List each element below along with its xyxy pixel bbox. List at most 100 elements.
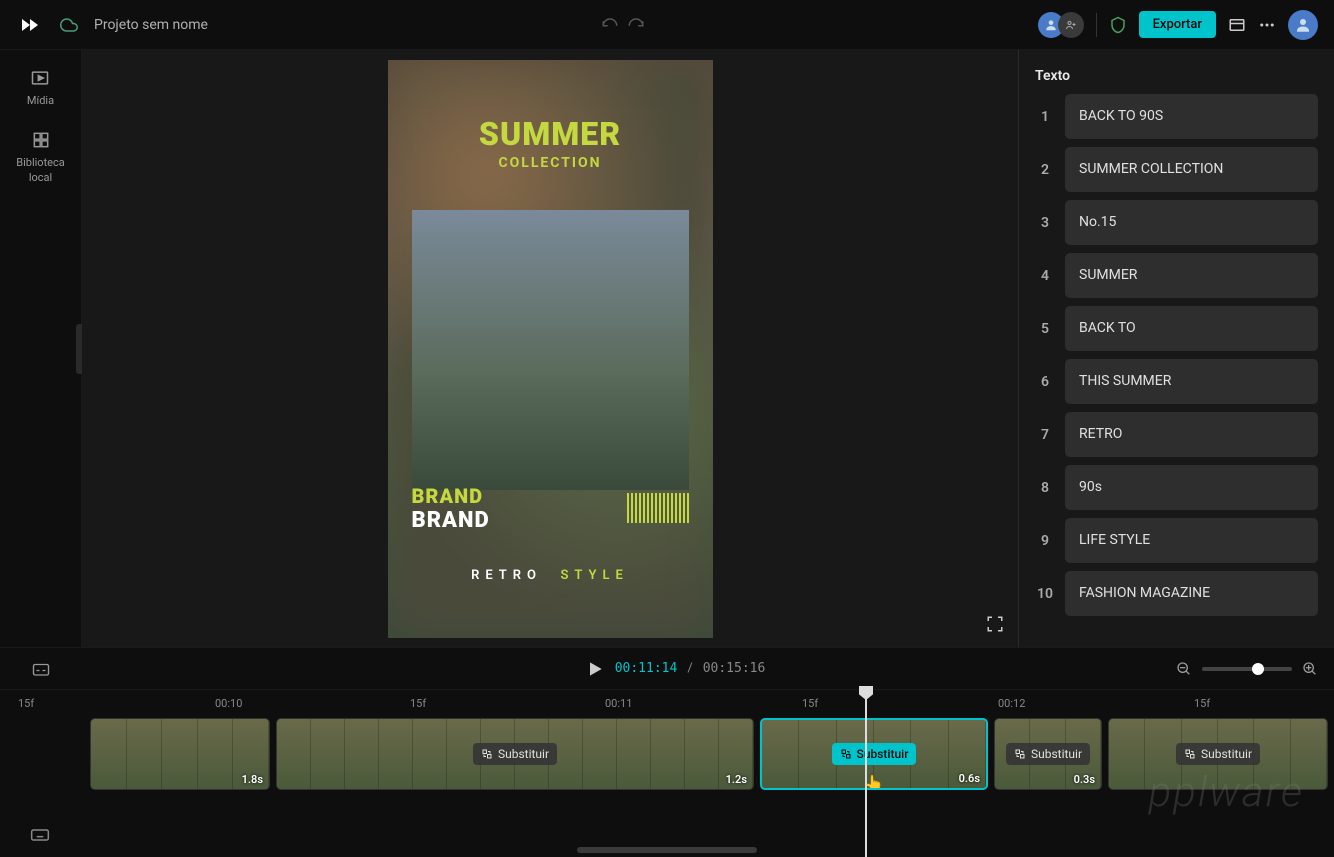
text-item[interactable]: 90s <box>1065 465 1318 510</box>
content-area: SUMMER COLLECTION BRAND BRAND RETRO STYL… <box>82 50 1018 647</box>
ruler-mark: 15f <box>410 697 426 710</box>
cursor-pointer-icon: 👆 <box>864 774 884 790</box>
ruler-mark: 15f <box>1194 697 1210 710</box>
playhead[interactable] <box>865 690 867 857</box>
zoom-slider[interactable] <box>1202 667 1292 671</box>
app-logo[interactable] <box>16 11 44 39</box>
ruler-mark: 00:11 <box>605 697 632 710</box>
ruler-mark: 15f <box>18 697 34 710</box>
substitute-button[interactable]: Substituir <box>473 743 557 765</box>
video-frame: SUMMER COLLECTION BRAND BRAND RETRO STYL… <box>388 60 713 638</box>
substitute-button[interactable]: Substituir <box>1006 743 1090 765</box>
undo-redo-group <box>601 16 645 34</box>
zoom-thumb[interactable] <box>1252 663 1264 675</box>
video-preview[interactable]: SUMMER COLLECTION BRAND BRAND RETRO STYL… <box>82 50 1018 647</box>
play-icon[interactable] <box>585 659 605 679</box>
text-row-number: 10 <box>1035 586 1055 602</box>
text-item[interactable]: LIFE STYLE <box>1065 518 1318 563</box>
clip-duration: 0.6s <box>959 772 980 785</box>
ruler-mark: 15f <box>802 697 818 710</box>
sidebar-item-media[interactable]: Mídia <box>27 68 54 108</box>
project-name[interactable]: Projeto sem nome <box>94 17 208 33</box>
text-row-number: 8 <box>1035 480 1055 496</box>
redo-icon[interactable] <box>627 16 645 34</box>
layout-icon[interactable] <box>1228 16 1246 34</box>
export-button[interactable]: Exportar <box>1139 11 1216 38</box>
text-item[interactable]: SUMMER <box>1065 253 1318 298</box>
text-item[interactable]: BACK TO <box>1065 306 1318 351</box>
substitute-button[interactable]: Substituir <box>832 743 917 765</box>
timeline-clip[interactable]: Substituir 0.3s <box>994 718 1102 790</box>
text-row: 6 THIS SUMMER <box>1035 359 1318 404</box>
shield-icon[interactable] <box>1109 16 1127 34</box>
header-right: Exportar <box>1038 10 1318 40</box>
text-item[interactable]: FASHION MAGAZINE <box>1065 571 1318 616</box>
time-current: 00:11:14 <box>615 661 678 676</box>
sidebar-item-local-library[interactable]: Biblioteca local <box>6 130 76 185</box>
text-row-number: 7 <box>1035 427 1055 443</box>
horizontal-scrollbar[interactable] <box>577 847 757 853</box>
clip-duration: 1.8s <box>242 773 263 786</box>
fullscreen-icon[interactable] <box>986 615 1004 633</box>
timeline-track[interactable]: 1.8sSubstituir1.2sSubstituir👆0.6sSubstit… <box>90 718 1334 790</box>
text-row-number: 9 <box>1035 533 1055 549</box>
time-separator: / <box>687 661 692 676</box>
add-collaborator-icon <box>1058 12 1084 38</box>
text-item[interactable]: RETRO <box>1065 412 1318 457</box>
text-row: 4 SUMMER <box>1035 253 1318 298</box>
undo-icon[interactable] <box>601 16 619 34</box>
timeline-clip[interactable]: Substituir <box>1108 718 1328 790</box>
text-row-number: 1 <box>1035 109 1055 125</box>
text-row: 5 BACK TO <box>1035 306 1318 351</box>
clip-duration: 0.3s <box>1074 773 1095 786</box>
right-panel-text: Texto 1 BACK TO 90S 2SUMMER COLLECTION 3 No.… <box>1018 50 1334 647</box>
brand-text-1: BRAND <box>412 484 484 508</box>
brand-text-2: BRAND <box>412 508 490 533</box>
app-header: Projeto sem nome Exportar <box>0 0 1334 50</box>
text-row: 9 LIFE STYLE <box>1035 518 1318 563</box>
timeline-clip[interactable]: Substituir 1.2s <box>276 718 754 790</box>
vertical-divider <box>1096 13 1097 37</box>
text-item[interactable]: SUMMER COLLECTION <box>1065 147 1318 192</box>
text-row: 1 BACK TO 90S <box>1035 94 1318 139</box>
main: Mídia Biblioteca local SUMMER COLLECTION… <box>0 50 1334 647</box>
ruler-mark: 00:10 <box>215 697 242 710</box>
time-total: 00:15:16 <box>703 661 766 676</box>
sidebar-item-label: Biblioteca local <box>6 156 76 185</box>
timeline: 00:11:14 / 00:15:16 15f 00:10 15f 00:11 15f 0… <box>0 647 1334 857</box>
text-row: 8 90s <box>1035 465 1318 510</box>
text-row: 7 RETRO <box>1035 412 1318 457</box>
more-icon[interactable] <box>1258 16 1276 34</box>
timeline-controls: 00:11:14 / 00:15:16 <box>0 648 1334 690</box>
user-avatar[interactable] <box>1288 10 1318 40</box>
zoom-out-icon[interactable] <box>1176 661 1192 677</box>
overlay-subtitle: COLLECTION <box>388 155 713 171</box>
text-item[interactable]: THIS SUMMER <box>1065 359 1318 404</box>
text-row: 2SUMMER COLLECTION <box>1035 147 1318 192</box>
text-row-number: 5 <box>1035 321 1055 337</box>
text-row-number: 6 <box>1035 374 1055 390</box>
timeline-clip[interactable]: 1.8s <box>90 718 270 790</box>
timeline-ruler[interactable]: 15f 00:10 15f 00:11 15f 00:12 15f <box>0 690 1334 716</box>
barcode-graphic <box>627 493 689 523</box>
text-row: 10 FASHION MAGAZINE <box>1035 571 1318 616</box>
ruler-mark: 00:12 <box>998 697 1025 710</box>
text-item[interactable]: BACK TO 90S <box>1065 94 1318 139</box>
sidebar-item-label: Mídia <box>27 94 54 108</box>
timeline-clip[interactable]: Substituir 👆 0.6s <box>760 718 988 790</box>
overlay-title: SUMMER <box>388 115 713 153</box>
text-item[interactable]: No.15 <box>1065 200 1318 245</box>
overlay-photo <box>412 210 689 490</box>
cloud-save-icon[interactable] <box>60 16 78 34</box>
collaborators[interactable] <box>1038 12 1084 38</box>
retro-style-text: RETRO STYLE <box>388 568 713 583</box>
text-row-number: 4 <box>1035 268 1055 284</box>
clip-duration: 1.2s <box>726 773 747 786</box>
keyboard-icon[interactable] <box>30 825 50 845</box>
substitute-button[interactable]: Substituir <box>1176 743 1260 765</box>
text-row: 3 No.15 <box>1035 200 1318 245</box>
text-row-number: 3 <box>1035 215 1055 231</box>
right-panel-header: Texto <box>1019 50 1334 94</box>
caption-icon[interactable] <box>32 660 50 678</box>
zoom-in-icon[interactable] <box>1302 661 1318 677</box>
